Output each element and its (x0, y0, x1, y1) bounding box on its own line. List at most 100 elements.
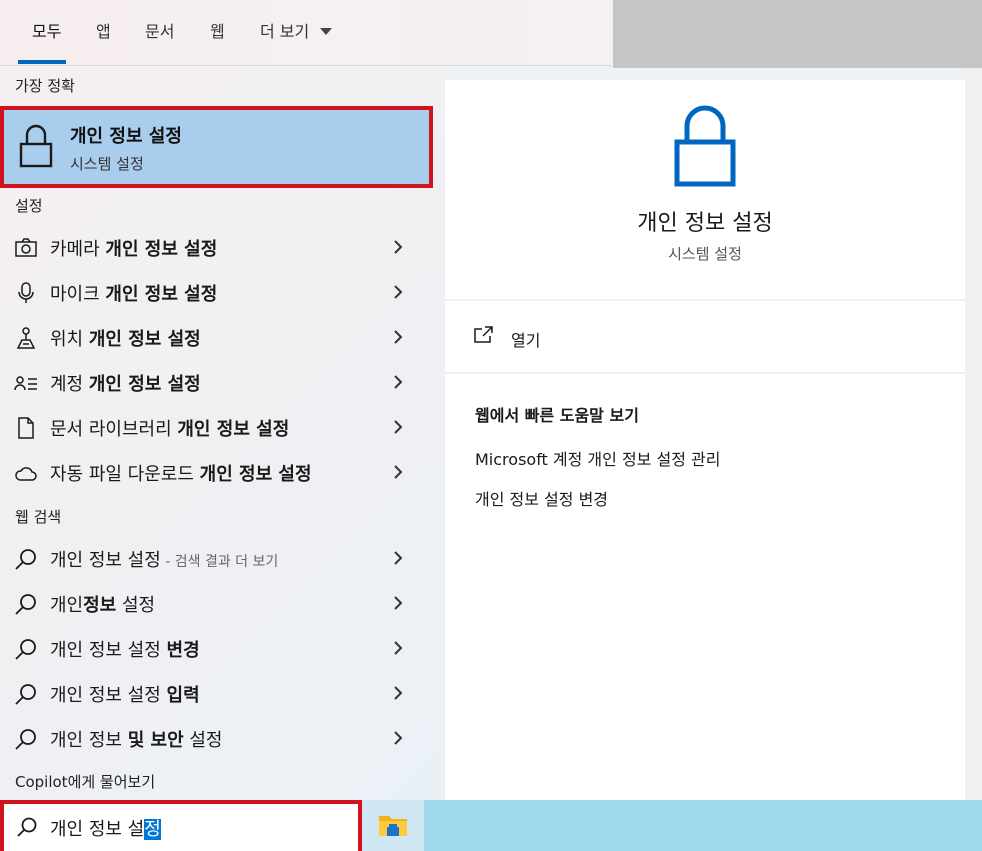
item-prefix: 마이크 (50, 284, 106, 305)
settings-result-item[interactable]: 자동 파일 다운로드 개인 정보 설정 (0, 452, 420, 492)
item-prefix: 개인 정보 설정 (50, 640, 167, 661)
item-match: 개인 정보 설정 (88, 329, 201, 350)
open-icon (474, 326, 493, 343)
search-icon (14, 727, 38, 751)
list-item-label: 문서 라이브러리 개인 정보 설정 (50, 415, 289, 441)
search-query: 개인 정보 설정 (50, 815, 161, 841)
chevron-right-icon[interactable] (390, 639, 406, 657)
list-item-label: 개인 정보 및 보안 설정 (50, 726, 222, 752)
best-match-subtitle: 시스템 설정 (70, 155, 144, 173)
help-link-change-settings[interactable]: 개인 정보 설정 변경 (475, 486, 608, 510)
section-copilot[interactable]: Copilot에게 물어보기 (15, 772, 155, 792)
background-window-edge (965, 68, 982, 800)
item-suffix: - 검색 결과 더 보기 (160, 554, 279, 570)
search-input[interactable]: 개인 정보 설정 (0, 800, 362, 851)
microphone-icon (14, 281, 38, 305)
item-match: 입력 (166, 685, 200, 706)
divider (445, 372, 965, 374)
location-icon (14, 326, 38, 350)
item-prefix: 개인 (50, 595, 84, 616)
web-search-item[interactable]: 개인 정보 및 보안 설정 (0, 718, 420, 758)
lock-icon (19, 124, 53, 168)
open-action[interactable]: 열기 (473, 323, 773, 351)
item-prefix: 개인 정보 설정 (50, 550, 161, 571)
account-icon (14, 371, 38, 395)
detail-subtitle: 시스템 설정 (668, 245, 742, 263)
chevron-right-icon[interactable] (390, 328, 406, 346)
item-match: 개인 정보 설정 (105, 239, 218, 260)
web-search-item[interactable]: 개인 정보 설정 입력 (0, 673, 420, 713)
section-web-search: 웹 검색 (15, 508, 62, 526)
chevron-down-icon[interactable] (320, 28, 332, 35)
web-search-item[interactable]: 개인 정보 설정 - 검색 결과 더 보기 (0, 538, 420, 578)
chevron-right-icon[interactable] (390, 238, 406, 256)
list-item-label: 개인 정보 설정 변경 (50, 636, 200, 662)
item-postfix: 설정 (116, 595, 156, 616)
item-prefix: 개인 정보 (50, 730, 128, 751)
search-query-selection: 정 (144, 819, 161, 840)
list-item-label: 자동 파일 다운로드 개인 정보 설정 (50, 460, 312, 486)
item-match: 개인 정보 설정 (88, 374, 201, 395)
search-icon (14, 637, 38, 661)
detail-panel: 개인 정보 설정 시스템 설정 열기 웹에서 빠른 도움말 보기 Microso… (445, 80, 965, 800)
settings-result-item[interactable]: 카메라 개인 정보 설정 (0, 227, 420, 267)
item-match: 개인 정보 설정 (105, 284, 218, 305)
item-prefix: 자동 파일 다운로드 (50, 464, 200, 485)
active-tab-indicator (18, 60, 66, 64)
section-settings: 설정 (15, 197, 43, 215)
search-query-text: 개인 정보 설 (50, 819, 145, 840)
web-search-item[interactable]: 개인정보 설정 (0, 583, 420, 623)
tab-apps[interactable]: 앱 (96, 20, 111, 44)
file-explorer-icon (379, 816, 407, 836)
list-item-label: 개인 정보 설정 입력 (50, 681, 200, 707)
best-match-title: 개인 정보 설정 (70, 126, 182, 147)
item-match: 및 보안 (127, 730, 184, 751)
item-prefix: 개인 정보 설정 (50, 685, 167, 706)
settings-result-item[interactable]: 문서 라이브러리 개인 정보 설정 (0, 407, 420, 447)
divider (445, 299, 965, 301)
tab-more[interactable]: 더 보기 (260, 20, 309, 44)
detail-title: 개인 정보 설정 (637, 211, 773, 236)
document-icon (14, 416, 38, 440)
item-prefix: 카메라 (50, 239, 106, 260)
item-match: 개인 정보 설정 (177, 419, 290, 440)
settings-result-item[interactable]: 위치 개인 정보 설정 (0, 317, 420, 357)
cloud-icon (14, 461, 38, 485)
chevron-right-icon[interactable] (390, 594, 406, 612)
tab-all[interactable]: 모두 (32, 20, 61, 44)
camera-icon (14, 236, 38, 260)
help-link-manage-account[interactable]: Microsoft 계정 개인 정보 설정 관리 (475, 446, 720, 470)
chevron-right-icon[interactable] (390, 549, 406, 567)
chevron-right-icon[interactable] (390, 418, 406, 436)
settings-result-item[interactable]: 마이크 개인 정보 설정 (0, 272, 420, 312)
web-search-item[interactable]: 개인 정보 설정 변경 (0, 628, 420, 668)
list-item-label: 위치 개인 정보 설정 (50, 325, 201, 351)
best-match-result[interactable]: 개인 정보 설정 시스템 설정 (0, 106, 433, 188)
chevron-right-icon[interactable] (390, 283, 406, 301)
open-label: 열기 (511, 331, 541, 350)
search-tabs: 모두 앱 문서 웹 더 보기 (0, 0, 612, 66)
search-icon (14, 682, 38, 706)
chevron-right-icon[interactable] (390, 463, 406, 481)
item-postfix: 설정 (183, 730, 223, 751)
list-item-label: 카메라 개인 정보 설정 (50, 235, 217, 261)
item-match: 정보 (83, 595, 117, 616)
list-item-label: 개인 정보 설정 - 검색 결과 더 보기 (50, 546, 278, 572)
section-best-match: 가장 정확 (15, 77, 75, 95)
search-icon (14, 592, 38, 616)
item-prefix: 계정 (50, 374, 89, 395)
tab-web[interactable]: 웹 (210, 20, 225, 44)
lock-icon (674, 105, 736, 187)
chevron-right-icon[interactable] (390, 684, 406, 702)
chevron-right-icon[interactable] (390, 729, 406, 747)
search-icon (14, 547, 38, 571)
list-item-label: 마이크 개인 정보 설정 (50, 280, 217, 306)
item-prefix: 문서 라이브러리 (50, 419, 178, 440)
taskbar-explorer-button[interactable] (362, 800, 424, 851)
list-item-label: 개인정보 설정 (50, 591, 155, 617)
help-title: 웹에서 빠른 도움말 보기 (475, 406, 639, 425)
tab-documents[interactable]: 문서 (145, 20, 174, 44)
chevron-right-icon[interactable] (390, 373, 406, 391)
list-item-label: 계정 개인 정보 설정 (50, 370, 201, 396)
settings-result-item[interactable]: 계정 개인 정보 설정 (0, 362, 420, 402)
